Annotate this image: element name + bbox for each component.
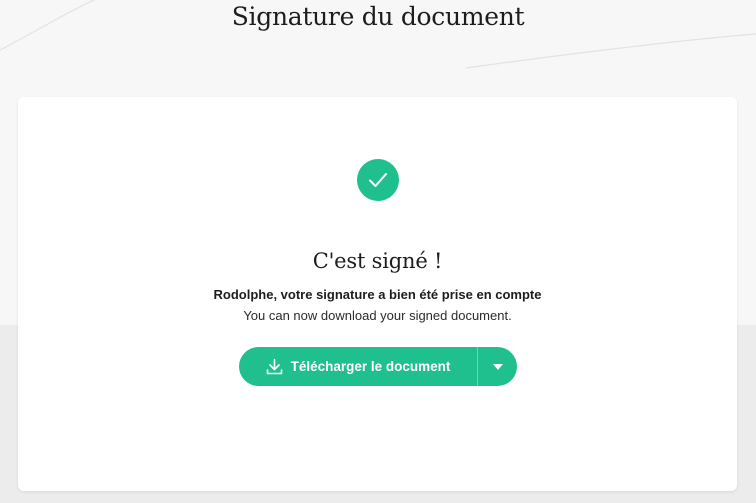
download-document-button[interactable]: Télécharger le document xyxy=(239,347,477,386)
success-card: C'est signé ! Rodolphe, votre signature … xyxy=(18,97,737,491)
download-button-label: Télécharger le document xyxy=(290,359,451,374)
download-icon xyxy=(266,358,283,375)
success-title: C'est signé ! xyxy=(312,249,443,273)
check-icon xyxy=(369,173,387,187)
download-button-group: Télécharger le document xyxy=(239,347,517,386)
page-title: Signature du document xyxy=(231,2,525,31)
success-badge xyxy=(357,159,399,201)
download-info-message: You can now download your signed documen… xyxy=(243,308,512,323)
caret-down-icon xyxy=(492,363,503,370)
confirmation-message: Rodolphe, votre signature a bien été pri… xyxy=(213,287,542,302)
page: Signature du document C'est signé ! Rodo… xyxy=(0,0,756,503)
download-options-toggle[interactable] xyxy=(478,347,517,386)
